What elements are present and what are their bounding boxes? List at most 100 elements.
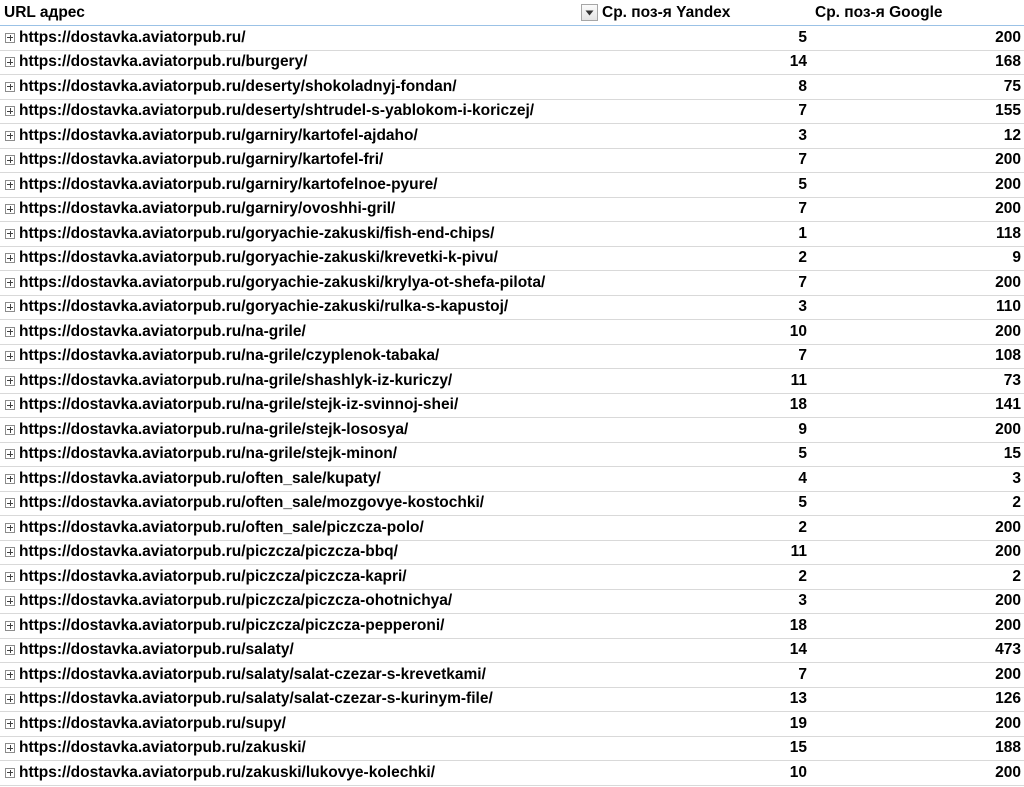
google-position-cell[interactable]: 200 xyxy=(813,666,1024,684)
yandex-position-cell[interactable]: 5 xyxy=(581,445,813,463)
yandex-position-cell[interactable]: 7 xyxy=(581,666,813,684)
yandex-position-cell[interactable]: 7 xyxy=(581,151,813,169)
url-cell[interactable]: https://dostavka.aviatorpub.ru/garniry/k… xyxy=(0,176,581,194)
table-row[interactable]: https://dostavka.aviatorpub.ru/goryachie… xyxy=(0,271,1024,296)
expand-plus-icon[interactable] xyxy=(5,228,15,239)
yandex-position-cell[interactable]: 4 xyxy=(581,470,813,488)
yandex-position-cell[interactable]: 2 xyxy=(581,519,813,537)
url-cell[interactable]: https://dostavka.aviatorpub.ru/garniry/k… xyxy=(0,151,581,169)
yandex-position-cell[interactable]: 7 xyxy=(581,347,813,365)
table-row[interactable]: https://dostavka.aviatorpub.ru/na-grile/… xyxy=(0,320,1024,345)
url-cell[interactable]: https://dostavka.aviatorpub.ru/often_sal… xyxy=(0,470,581,488)
table-row[interactable]: https://dostavka.aviatorpub.ru/goryachie… xyxy=(0,296,1024,320)
table-row[interactable]: https://dostavka.aviatorpub.ru/often_sal… xyxy=(0,492,1024,516)
table-row[interactable]: https://dostavka.aviatorpub.ru/na-grile/… xyxy=(0,443,1024,467)
expand-plus-icon[interactable] xyxy=(5,302,15,313)
table-row[interactable]: https://dostavka.aviatorpub.ru/deserty/s… xyxy=(0,100,1024,124)
url-cell[interactable]: https://dostavka.aviatorpub.ru/na-grile/ xyxy=(0,323,581,341)
expand-plus-icon[interactable] xyxy=(5,473,15,484)
google-position-cell[interactable]: 108 xyxy=(813,347,1024,365)
yandex-position-cell[interactable]: 2 xyxy=(581,249,813,267)
url-cell[interactable]: https://dostavka.aviatorpub.ru/na-grile/… xyxy=(0,372,581,390)
yandex-position-cell[interactable]: 7 xyxy=(581,274,813,292)
url-cell[interactable]: https://dostavka.aviatorpub.ru/garniry/k… xyxy=(0,127,581,145)
table-row[interactable]: https://dostavka.aviatorpub.ru/garniry/k… xyxy=(0,173,1024,198)
google-position-cell[interactable]: 473 xyxy=(813,641,1024,659)
url-cell[interactable]: https://dostavka.aviatorpub.ru/zakuski/l… xyxy=(0,764,581,782)
yandex-position-cell[interactable]: 18 xyxy=(581,396,813,414)
url-cell[interactable]: https://dostavka.aviatorpub.ru/goryachie… xyxy=(0,298,581,316)
url-cell[interactable]: https://dostavka.aviatorpub.ru/garniry/o… xyxy=(0,200,581,218)
table-row[interactable]: https://dostavka.aviatorpub.ru/garniry/k… xyxy=(0,149,1024,173)
expand-plus-icon[interactable] xyxy=(5,277,15,288)
google-position-cell[interactable]: 200 xyxy=(813,617,1024,635)
google-position-cell[interactable]: 141 xyxy=(813,396,1024,414)
google-position-cell[interactable]: 118 xyxy=(813,225,1024,243)
google-position-cell[interactable]: 188 xyxy=(813,739,1024,757)
google-position-cell[interactable]: 110 xyxy=(813,298,1024,316)
google-position-cell[interactable]: 200 xyxy=(813,421,1024,439)
yandex-position-cell[interactable]: 3 xyxy=(581,298,813,316)
yandex-position-cell[interactable]: 7 xyxy=(581,102,813,120)
google-position-cell[interactable]: 200 xyxy=(813,592,1024,610)
google-position-cell[interactable]: 200 xyxy=(813,543,1024,561)
google-position-cell[interactable]: 200 xyxy=(813,176,1024,194)
url-cell[interactable]: https://dostavka.aviatorpub.ru/salaty/sa… xyxy=(0,690,581,708)
table-row[interactable]: https://dostavka.aviatorpub.ru/salaty/sa… xyxy=(0,663,1024,688)
url-cell[interactable]: https://dostavka.aviatorpub.ru/zakuski/ xyxy=(0,739,581,757)
yandex-position-cell[interactable]: 5 xyxy=(581,29,813,47)
yandex-position-cell[interactable]: 14 xyxy=(581,641,813,659)
expand-plus-icon[interactable] xyxy=(5,718,15,729)
table-row[interactable]: https://dostavka.aviatorpub.ru/na-grile/… xyxy=(0,369,1024,394)
google-position-cell[interactable]: 155 xyxy=(813,102,1024,120)
yandex-position-cell[interactable]: 8 xyxy=(581,78,813,96)
expand-plus-icon[interactable] xyxy=(5,743,15,754)
google-position-cell[interactable]: 200 xyxy=(813,274,1024,292)
yandex-position-cell[interactable]: 7 xyxy=(581,200,813,218)
google-position-cell[interactable]: 73 xyxy=(813,372,1024,390)
table-row[interactable]: https://dostavka.aviatorpub.ru/piczcza/p… xyxy=(0,565,1024,590)
google-position-cell[interactable]: 126 xyxy=(813,690,1024,708)
expand-plus-icon[interactable] xyxy=(5,351,15,362)
table-row[interactable]: https://dostavka.aviatorpub.ru/piczcza/p… xyxy=(0,614,1024,639)
google-position-cell[interactable]: 15 xyxy=(813,445,1024,463)
google-position-cell[interactable]: 2 xyxy=(813,568,1024,586)
expand-plus-icon[interactable] xyxy=(5,449,15,460)
expand-plus-icon[interactable] xyxy=(5,424,15,435)
google-position-cell[interactable]: 2 xyxy=(813,494,1024,512)
yandex-position-cell[interactable]: 19 xyxy=(581,715,813,733)
column-header-yandex[interactable]: Ср. поз-я Yandex xyxy=(581,0,813,25)
yandex-position-cell[interactable]: 1 xyxy=(581,225,813,243)
table-row[interactable]: https://dostavka.aviatorpub.ru/often_sal… xyxy=(0,467,1024,492)
expand-plus-icon[interactable] xyxy=(5,375,15,386)
google-position-cell[interactable]: 200 xyxy=(813,200,1024,218)
url-cell[interactable]: https://dostavka.aviatorpub.ru/often_sal… xyxy=(0,494,581,512)
url-cell[interactable]: https://dostavka.aviatorpub.ru/goryachie… xyxy=(0,274,581,292)
url-cell[interactable]: https://dostavka.aviatorpub.ru/supy/ xyxy=(0,715,581,733)
expand-plus-icon[interactable] xyxy=(5,253,15,264)
expand-plus-icon[interactable] xyxy=(5,106,15,117)
url-cell[interactable]: https://dostavka.aviatorpub.ru/goryachie… xyxy=(0,225,581,243)
expand-plus-icon[interactable] xyxy=(5,620,15,631)
expand-plus-icon[interactable] xyxy=(5,326,15,337)
yandex-position-cell[interactable]: 3 xyxy=(581,127,813,145)
expand-plus-icon[interactable] xyxy=(5,498,15,509)
url-cell[interactable]: https://dostavka.aviatorpub.ru/piczcza/p… xyxy=(0,617,581,635)
url-cell[interactable]: https://dostavka.aviatorpub.ru/piczcza/p… xyxy=(0,543,581,561)
url-cell[interactable]: https://dostavka.aviatorpub.ru/piczcza/p… xyxy=(0,592,581,610)
expand-plus-icon[interactable] xyxy=(5,547,15,558)
table-row[interactable]: https://dostavka.aviatorpub.ru/na-grile/… xyxy=(0,345,1024,369)
table-row[interactable]: https://dostavka.aviatorpub.ru/zakuski/l… xyxy=(0,761,1024,786)
table-row[interactable]: https://dostavka.aviatorpub.ru/goryachie… xyxy=(0,247,1024,271)
yandex-position-cell[interactable]: 15 xyxy=(581,739,813,757)
google-position-cell[interactable]: 75 xyxy=(813,78,1024,96)
table-row[interactable]: https://dostavka.aviatorpub.ru/garniry/k… xyxy=(0,124,1024,149)
yandex-position-cell[interactable]: 10 xyxy=(581,764,813,782)
column-header-google[interactable]: Ср. поз-я Google xyxy=(813,0,1024,25)
yandex-position-cell[interactable]: 13 xyxy=(581,690,813,708)
google-position-cell[interactable]: 200 xyxy=(813,519,1024,537)
google-position-cell[interactable]: 200 xyxy=(813,715,1024,733)
yandex-position-cell[interactable]: 11 xyxy=(581,372,813,390)
google-position-cell[interactable]: 200 xyxy=(813,764,1024,782)
yandex-position-cell[interactable]: 11 xyxy=(581,543,813,561)
